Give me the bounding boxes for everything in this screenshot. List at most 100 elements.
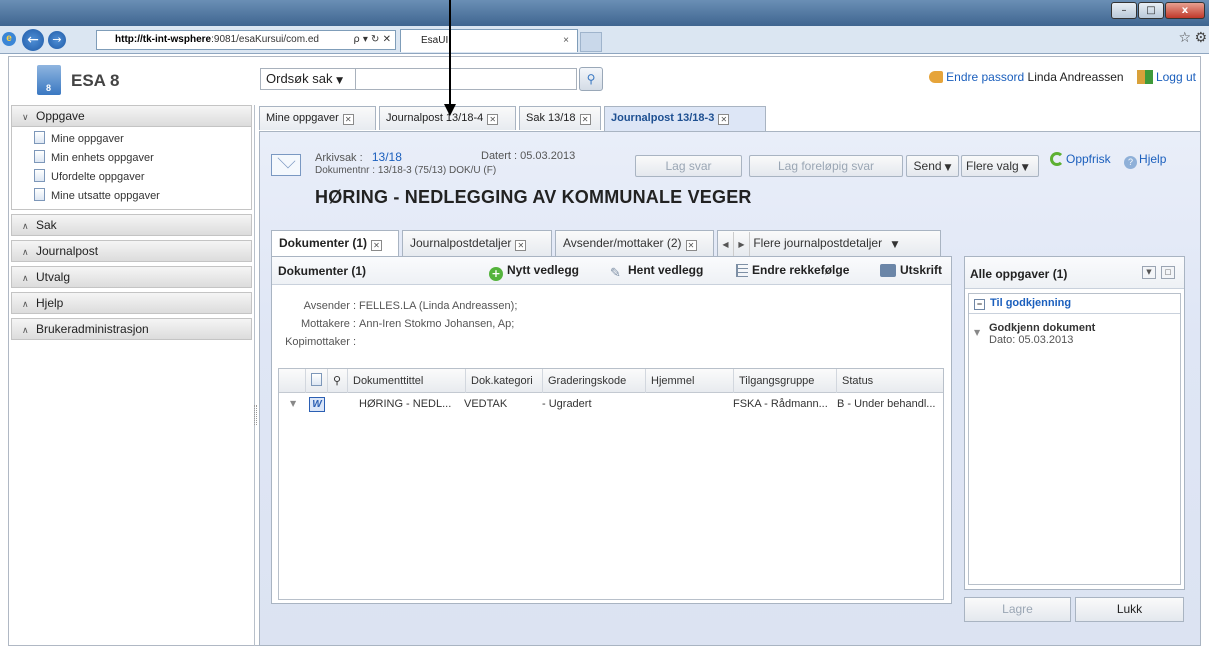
logout-link[interactable]: Logg ut — [1156, 70, 1196, 84]
chevron-down-icon: ▼ — [1021, 163, 1029, 173]
datert-label: Datert : — [481, 150, 518, 162]
lukk-button[interactable]: Lukk — [1075, 597, 1184, 622]
close-icon[interactable]: ✕ — [515, 240, 527, 251]
nav-section-oppgave[interactable]: ∨ Oppgave — [11, 105, 252, 127]
browser-tab-close-icon[interactable]: × — [563, 30, 569, 52]
annotation-arrow-head — [444, 104, 456, 116]
column-header[interactable]: Hjemmel — [645, 369, 733, 393]
column-header[interactable]: Tilgangsgruppe — [733, 369, 836, 393]
task-group-header[interactable]: − Til godkjenning — [969, 294, 1180, 314]
arkivsak-value[interactable]: 13/18 — [372, 150, 402, 164]
tab-dokumenter[interactable]: Dokumenter (1) ✕ — [271, 230, 399, 257]
tab-journalpost-13-18-3[interactable]: Journalpost 13/18-3 ✕ — [604, 106, 766, 132]
collapse-minus-icon[interactable]: − — [974, 299, 985, 310]
url-field[interactable]: http://tk-int-wsphere:9081/esaKursui/com… — [96, 30, 396, 50]
tab-flere-journalpostdetaljer[interactable]: ◀ ▶ Flere journalpostdetaljer ▼ — [717, 230, 941, 257]
refresh-icon — [1050, 152, 1064, 166]
collapse-icon[interactable]: ▼ — [1142, 266, 1156, 279]
splitter-handle[interactable] — [254, 405, 257, 425]
search-type-label: Ordsøk sak — [266, 71, 333, 86]
tools-gear-icon[interactable]: ⚙ — [1194, 30, 1207, 46]
browser-tab-title: EsaUI — [421, 35, 449, 46]
chevron-up-icon: ∧ — [22, 300, 29, 310]
tab-avsender-mottaker[interactable]: Avsender/mottaker (2) ✕ — [555, 230, 714, 256]
close-icon[interactable]: ✕ — [371, 240, 383, 251]
url-host: http://tk-int-wsphere — [115, 34, 212, 45]
maximize-icon[interactable]: □ — [1161, 266, 1175, 279]
printer-icon — [880, 264, 896, 277]
nav-section-label: Brukeradministrasjon — [36, 322, 149, 336]
search-input[interactable] — [355, 68, 577, 90]
minimize-button[interactable]: – — [1111, 2, 1137, 19]
back-arrow-icon[interactable]: ← — [22, 29, 44, 51]
row-expand-icon[interactable]: ▼ — [285, 393, 303, 415]
document-icon — [34, 169, 45, 182]
table-header: ⚲ Dokumenttittel Dok.kategori Graderings… — [279, 369, 943, 393]
nav-item-mine-oppgaver[interactable]: Mine oppgaver — [34, 130, 251, 149]
lag-forelopig-svar-button[interactable]: Lag foreløpig svar — [749, 155, 903, 177]
close-icon[interactable]: ✕ — [342, 114, 354, 125]
nav-section-sak[interactable]: ∧ Sak — [11, 214, 252, 236]
nav-section-label: Sak — [36, 218, 57, 232]
column-header[interactable]: Status — [836, 369, 943, 393]
envelope-icon — [271, 154, 301, 176]
task-group-label: Til godkjenning — [990, 297, 1072, 309]
close-icon[interactable]: ✕ — [579, 114, 591, 125]
url-path: :9081/esaKursui/com.ed — [211, 34, 319, 45]
nytt-vedlegg-button[interactable]: + Nytt vedlegg — [489, 263, 579, 281]
logout-icon — [1136, 70, 1153, 84]
task-expand-icon[interactable]: ▼ — [974, 328, 980, 337]
close-icon[interactable]: ✕ — [487, 114, 499, 125]
user-name: Linda Andreassen — [1027, 70, 1124, 84]
nav-section-journalpost[interactable]: ∧ Journalpost — [11, 240, 252, 262]
task-item[interactable]: ▼ Godkjenn dokument Dato: 05.03.2013 — [974, 322, 1095, 346]
favorites-star-icon[interactable]: ☆ — [1178, 30, 1191, 46]
tab-label: Journalpost 13/18-4 — [386, 112, 484, 124]
browser-tab[interactable]: EsaUI × — [400, 29, 578, 52]
avsender-value: FELLES.LA (Linda Andreassen); — [359, 300, 518, 312]
send-label: Send — [913, 159, 942, 173]
column-header[interactable]: Dokumenttittel — [347, 369, 465, 393]
hjelp-link[interactable]: Hjelp — [1139, 152, 1166, 166]
flere-valg-button[interactable]: Flere valg ▼ — [961, 155, 1039, 177]
scroll-left-icon[interactable]: ◀ — [718, 232, 734, 257]
tab-mine-oppgaver[interactable]: Mine oppgaver ✕ — [259, 106, 376, 130]
hent-vedlegg-button[interactable]: ✎ Hent vedlegg — [610, 263, 703, 281]
left-navigation: ∨ Oppgave Mine oppgaver Min enhets oppgav… — [9, 105, 257, 646]
nav-section-hjelp[interactable]: ∧ Hjelp — [11, 292, 252, 314]
utskrift-button[interactable]: Utskrift — [880, 263, 942, 277]
nav-item-mine-utsatte-oppgaver[interactable]: Mine utsatte oppgaver — [34, 187, 251, 206]
change-password-link[interactable]: Endre passord — [946, 70, 1024, 84]
url-tools-icon[interactable]: ρ ▾ ↻ ✕ — [353, 31, 391, 49]
dokumentnr-value: 13/18-3 (75/13) DOK/U (F) — [377, 165, 497, 176]
panel-links: Oppfrisk ? Hjelp — [1050, 152, 1166, 169]
column-header[interactable]: Dok.kategori — [465, 369, 542, 393]
lag-svar-button[interactable]: Lag svar — [635, 155, 742, 177]
close-icon[interactable]: ✕ — [718, 114, 730, 125]
scroll-right-icon[interactable]: ▶ — [734, 232, 750, 257]
tab-journalpostdetaljer[interactable]: Journalpostdetaljer ✕ — [402, 230, 552, 256]
mottakere-value: Ann-Iren Stokmo Johansen, Ap; — [359, 318, 515, 330]
search-button[interactable]: ⚲ — [579, 67, 603, 91]
endre-rekkefolge-button[interactable]: Endre rekkefølge — [736, 263, 849, 277]
tab-sak-13-18[interactable]: Sak 13/18 ✕ — [519, 106, 601, 130]
send-button[interactable]: Send ▼ — [906, 155, 959, 177]
add-icon: + — [489, 267, 503, 281]
lagre-button[interactable]: Lagre — [964, 597, 1071, 622]
maximize-button[interactable]: □ — [1138, 2, 1164, 19]
tasks-panel: Alle oppgaver (1) ▼ □ − Til godkjenning ▼… — [964, 256, 1185, 590]
mottakere-label: Mottakere : — [300, 318, 356, 330]
nav-section-brukeradministrasjon[interactable]: ∧ Brukeradministrasjon — [11, 318, 252, 340]
nav-item-ufordelte-oppgaver[interactable]: Ufordelte oppgaver — [34, 168, 251, 187]
close-window-button[interactable]: x — [1165, 2, 1205, 19]
search-type-select[interactable]: Ordsøk sak ▼ — [260, 68, 356, 90]
nav-section-label: Utvalg — [36, 270, 71, 284]
nav-section-utvalg[interactable]: ∧ Utvalg — [11, 266, 252, 288]
column-header[interactable]: Graderingskode — [542, 369, 645, 393]
nav-item-min-enhets-oppgaver[interactable]: Min enhets oppgaver — [34, 149, 251, 168]
oppfrisk-link[interactable]: Oppfrisk — [1066, 152, 1111, 166]
new-tab-button[interactable] — [580, 32, 602, 52]
forward-arrow-icon[interactable]: → — [48, 31, 66, 49]
close-icon[interactable]: ✕ — [685, 240, 697, 251]
table-row[interactable]: ▼ W HØRING - NEDL... VEDTAK - Ugradert F… — [279, 393, 943, 415]
